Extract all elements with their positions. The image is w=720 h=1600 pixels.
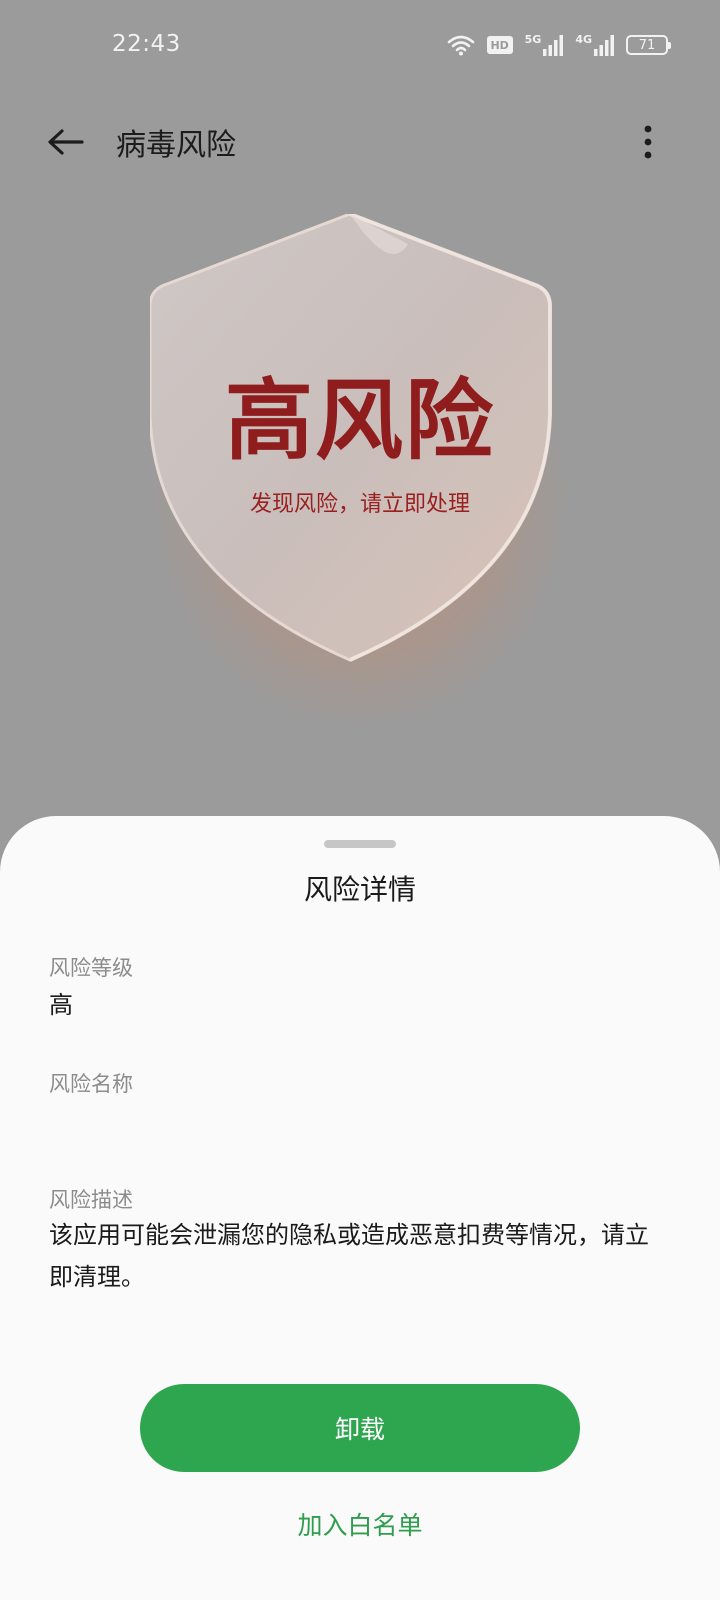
sheet-title: 风险详情 bbox=[303, 873, 416, 906]
more-vertical-icon bbox=[644, 125, 652, 159]
wifi-icon bbox=[447, 35, 474, 56]
more-options-button[interactable] bbox=[620, 114, 676, 170]
page-title: 病毒风险 bbox=[116, 128, 236, 163]
battery-level: 71 bbox=[638, 37, 656, 53]
risk-details-sheet: 风险详情 风险等级 高 风险名称 风险描述 该应用可能会泄漏您的隐私或造成恶意扣… bbox=[0, 816, 720, 1600]
hd-voice-icon: HD bbox=[486, 36, 513, 54]
signal-4g-icon: 4G bbox=[575, 34, 614, 56]
risk-level-subtitle: 发现风险，请立即处理 bbox=[249, 492, 470, 517]
battery-icon: 71 bbox=[626, 35, 671, 55]
back-button[interactable] bbox=[38, 114, 94, 170]
signal-5g-icon: 5G bbox=[525, 34, 564, 56]
sheet-drag-handle[interactable] bbox=[324, 840, 396, 848]
app-bar: 病毒风险 bbox=[0, 100, 720, 184]
risk-level-label: 风险等级 bbox=[49, 956, 133, 980]
risk-name-label: 风险名称 bbox=[49, 1072, 133, 1096]
status-icons: HD 5G 4G 71 bbox=[447, 30, 671, 60]
risk-description-label: 风险描述 bbox=[49, 1188, 133, 1212]
risk-hero: 高风险 发现风险，请立即处理 bbox=[0, 190, 720, 730]
risk-level-value: 高 bbox=[49, 991, 73, 1019]
uninstall-button[interactable]: 卸载 bbox=[140, 1384, 580, 1472]
arrow-left-icon bbox=[48, 129, 84, 155]
risk-description-value: 该应用可能会泄漏您的隐私或造成恶意扣费等情况，请立即清理。 bbox=[49, 1221, 649, 1291]
status-time: 22:43 bbox=[112, 31, 181, 57]
risk-level-title: 高风险 bbox=[224, 369, 495, 472]
uninstall-button-label: 卸载 bbox=[334, 1415, 385, 1444]
status-bar: 22:43 HD 5G 4G 71 bbox=[0, 0, 720, 96]
add-to-whitelist-link[interactable]: 加入白名单 bbox=[0, 1506, 720, 1542]
